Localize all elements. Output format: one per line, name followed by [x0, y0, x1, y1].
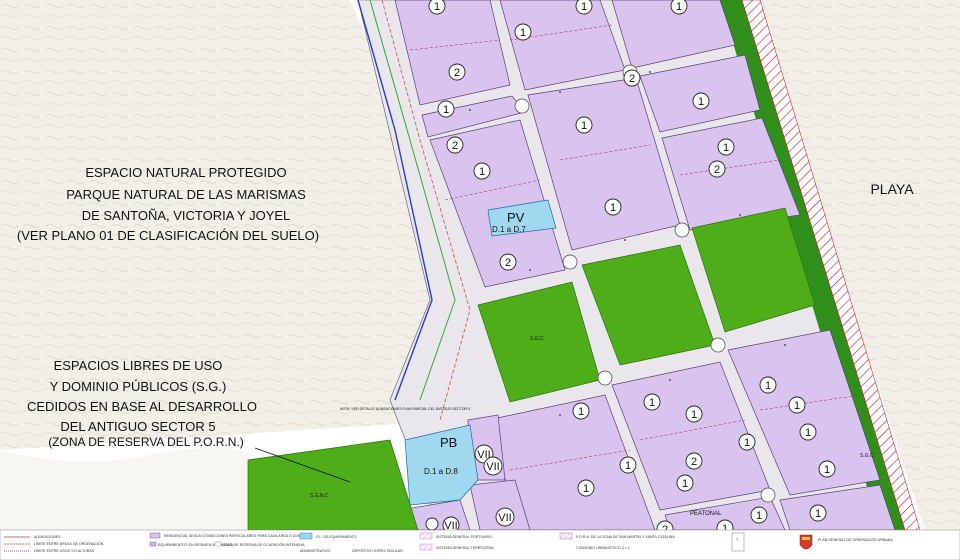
plan-title: PLAN GENERAL DE ORDENACIÓN URBANA — [818, 537, 893, 542]
natural-area-line-2: PARQUE NATURAL DE LAS MARISMAS — [66, 187, 306, 202]
zone-number: 1 — [583, 483, 589, 495]
municipal-coat-of-arms — [799, 534, 813, 550]
zone-number: 1 — [691, 409, 697, 421]
legend-swatch — [299, 532, 313, 540]
natural-area-line-1: ESPACIO NATURAL PROTEGIDO — [85, 165, 286, 180]
zone-number: 1 — [682, 478, 688, 490]
zone-number: 2 — [454, 67, 460, 79]
legend-item: ALINEACIONES — [34, 535, 61, 539]
page-number-box — [731, 532, 745, 552]
zone-number: 2 — [629, 73, 635, 85]
legend-item: S.L. DE EQUIPAMIENTO — [316, 535, 357, 539]
zone-number: 1 — [581, 120, 587, 132]
zone-number: 1 — [805, 427, 811, 439]
plan-note: NOTA: VER DETALLE ALINEACIONES PLAN PARC… — [340, 407, 470, 411]
zone-marker-small — [425, 517, 439, 531]
legend-swatch — [419, 532, 433, 540]
zone-vii-label: VII — [498, 512, 511, 524]
pv-code-label: PV — [507, 210, 525, 225]
zone-number: 1 — [824, 464, 830, 476]
zone-number: 1 — [744, 437, 750, 449]
legend-swatch — [214, 541, 222, 547]
park-code-label: S.G.C — [530, 336, 544, 342]
zone-number: 1 — [610, 202, 616, 214]
zone-number: 1 — [815, 508, 821, 520]
legend-item: RESIDENCIAL SEGÚN CONDICIONES PARTICULAR… — [164, 533, 303, 538]
zone-number: 1 — [723, 142, 729, 154]
zone-number: 1 — [434, 1, 440, 13]
natural-area-line-4: (VER PLANO 01 DE CLASIFICACIÓN DEL SUELO… — [17, 228, 319, 243]
legend-swatch — [149, 541, 157, 547]
legend-swatch — [559, 532, 573, 540]
zone-number: 1 — [698, 96, 704, 108]
beach-label: PLAYA — [870, 181, 914, 197]
zone-number: 1 — [581, 1, 587, 13]
public-spaces-line-5: (ZONA DE RESERVA DEL P.O.R.N.) — [48, 435, 244, 449]
zone-number: 2 — [714, 164, 720, 176]
page-number: 1 — [736, 537, 738, 541]
zone-number: 1 — [520, 27, 526, 39]
legend-item: ZONA DE RESERVA DE OCUPACIÓN INTENSIVA — [223, 542, 305, 547]
public-spaces-line-1: ESPACIOS LIBRES DE USO — [54, 358, 223, 373]
legend-item: SISTEMA GENERAL PORTUARIO — [436, 535, 492, 539]
park-code-label-coast: S.G.C — [860, 453, 874, 459]
zone-number: 1 — [578, 406, 584, 418]
lower-dunes — [0, 447, 250, 530]
zone-number: 1 — [625, 460, 631, 472]
public-spaces-line-4: DEL ANTIGUO SECTOR 5 — [60, 419, 215, 434]
pb-code-label: PB — [440, 435, 457, 450]
zone-number: 1 — [649, 397, 655, 409]
legend-item: ADMINISTRATIVO — [300, 549, 330, 553]
public-spaces-line-3: CEDIDOS EN BASE AL DESARROLLO — [27, 399, 257, 414]
urban-plan-map: 1112111212211211111111121111211 ESPACIO … — [0, 0, 960, 560]
legend-item: SISTEMA GENERAL TERRITORIAL — [436, 546, 494, 550]
zone-number: 2 — [452, 140, 458, 152]
public-spaces-line-2: Y DOMINIO PÚBLICOS (S.G.) — [50, 379, 227, 394]
legend-item: CONVENIO URBANÍSTICO C.I.1 — [576, 546, 629, 550]
legend-swatch — [149, 532, 161, 539]
pb-range-label: D.1 a D.8 — [424, 467, 458, 476]
natural-area-line-3: DE SANTOÑA, VICTORIA Y JOYEL — [82, 208, 291, 223]
zone-number: 1 — [756, 510, 762, 522]
zone-number: 2 — [505, 257, 511, 269]
legend-swatch — [419, 543, 433, 551]
zone-number: 2 — [691, 456, 697, 468]
zone-number: 1 — [479, 166, 485, 178]
zone-number: 1 — [765, 380, 771, 392]
sgnc-code-label: S.G.N.C — [310, 493, 329, 499]
zone-vii-label: VII — [486, 461, 499, 473]
zone-number: 1 — [443, 104, 449, 116]
legend-item: P.O.R.N. DE LA ZONA DE SAN MARTÍN Y SANT… — [576, 535, 675, 539]
zone-number: 1 — [794, 400, 800, 412]
legend-item: LÍMITE ENTRE ÁREAS DE ORDENACIÓN — [34, 541, 104, 546]
pv-range-label: D.1 a D.7 — [492, 225, 526, 234]
legend-item: DEPORTIVO ESPECTACULAR — [352, 549, 403, 553]
zone-number: 1 — [676, 1, 682, 13]
street-label: PEATONAL — [690, 511, 722, 517]
legend-item: LÍMITE ENTRE USOS Y/O ALTURAS — [34, 549, 95, 553]
